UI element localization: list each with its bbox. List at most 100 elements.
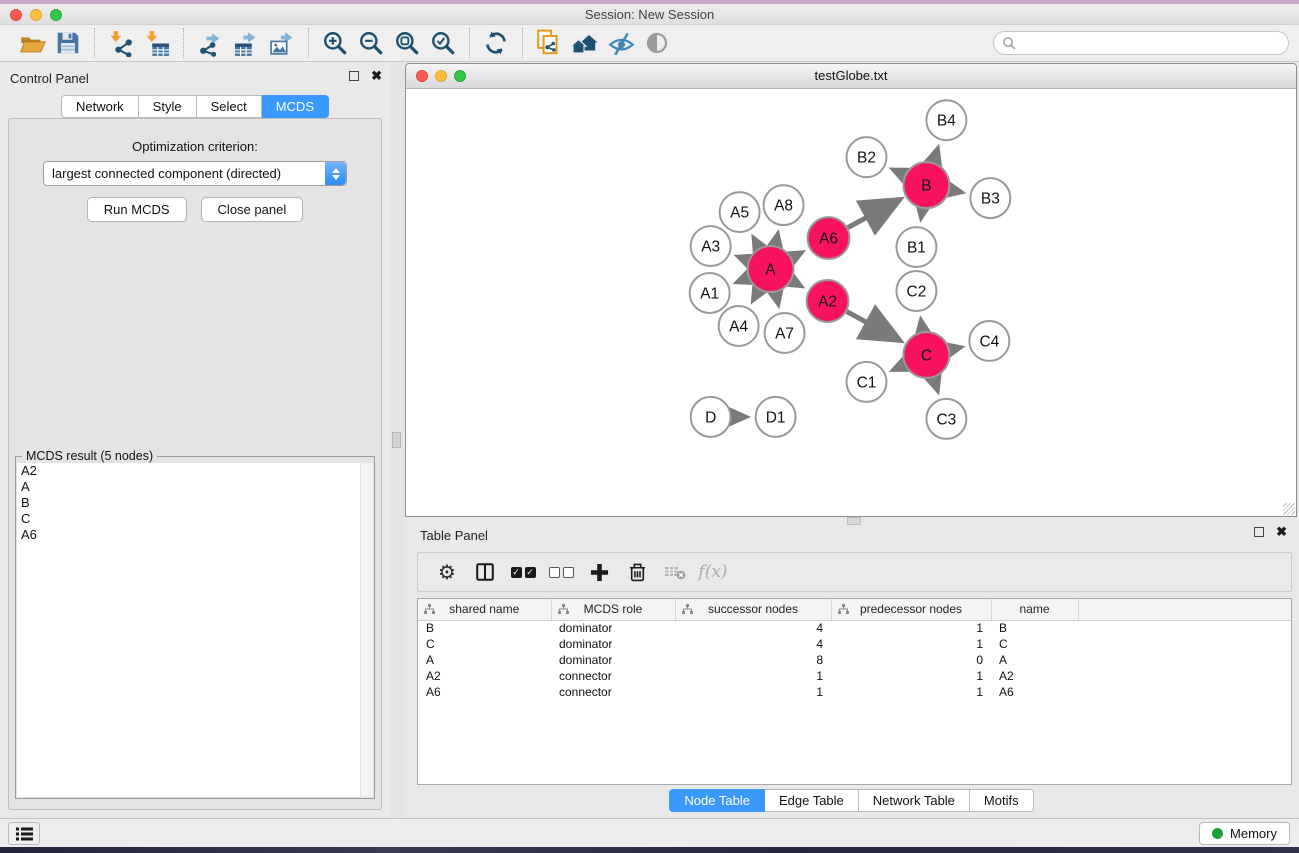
table-row[interactable]: Bdominator41B — [418, 620, 1292, 636]
edge-C-C2[interactable] — [921, 320, 923, 332]
edge-B-B3[interactable] — [950, 190, 962, 192]
table-cell[interactable]: dominator — [551, 636, 675, 652]
table-cell[interactable]: 1 — [831, 684, 991, 700]
table-row[interactable]: Adominator80A — [418, 652, 1292, 668]
table-cell[interactable]: 4 — [675, 620, 831, 636]
table-cell[interactable]: connector — [551, 668, 675, 684]
node-A7[interactable]: A7 — [765, 313, 805, 353]
node-B1[interactable]: B1 — [896, 227, 936, 267]
edge-A-A2[interactable] — [791, 281, 801, 287]
network-canvas[interactable]: B4B2BB3A5A8A6A3B1AC2A1A2A4A7C4CC1DD1C3 — [406, 89, 1296, 516]
node-B3[interactable]: B3 — [970, 178, 1010, 218]
node-C[interactable]: C — [903, 332, 949, 378]
node-A6[interactable]: A6 — [808, 217, 850, 259]
table-cell[interactable]: 1 — [675, 684, 831, 700]
table-cell[interactable]: B — [418, 620, 551, 636]
table-cell[interactable]: 1 — [831, 636, 991, 652]
node-B[interactable]: B — [903, 162, 949, 208]
list-item[interactable]: A6 — [17, 527, 360, 543]
table-cell[interactable]: dominator — [551, 652, 675, 668]
edge-A2-C[interactable] — [847, 312, 899, 340]
column-header[interactable]: MCDS role — [551, 599, 675, 620]
edge-C-C4[interactable] — [950, 347, 961, 349]
export-table-button[interactable] — [228, 28, 264, 58]
table-row[interactable]: Cdominator41C — [418, 636, 1292, 652]
edge-A-A5[interactable] — [753, 238, 759, 248]
node-A8[interactable]: A8 — [764, 185, 804, 225]
mcds-list-scrollbar[interactable] — [360, 463, 373, 797]
column-header[interactable]: shared name — [418, 599, 551, 620]
tab-network-table[interactable]: Network Table — [859, 789, 970, 812]
save-session-button[interactable] — [50, 28, 86, 58]
show-all-button[interactable] — [639, 28, 675, 58]
edge-A-A6[interactable] — [792, 252, 802, 258]
table-cell[interactable]: dominator — [551, 620, 675, 636]
edge-B-B1[interactable] — [921, 209, 923, 219]
edge-A-A8[interactable] — [775, 233, 777, 245]
table-row[interactable]: A6connector11A6 — [418, 684, 1292, 700]
table-cell[interactable]: A6 — [418, 684, 551, 700]
tab-network[interactable]: Network — [61, 95, 139, 118]
table-cell[interactable]: A6 — [991, 684, 1078, 700]
column-layout-button[interactable] — [466, 555, 504, 589]
tab-motifs[interactable]: Motifs — [970, 789, 1034, 812]
edge-A-A3[interactable] — [738, 256, 748, 260]
column-header[interactable]: predecessor nodes — [831, 599, 991, 620]
add-column-button[interactable] — [580, 555, 618, 589]
table-cell[interactable]: connector — [551, 684, 675, 700]
import-network-button[interactable] — [103, 28, 139, 58]
table-header-row[interactable]: shared nameMCDS rolesuccessor nodesprede… — [418, 599, 1292, 620]
splitter-handle[interactable] — [392, 432, 401, 448]
edge-A6-B[interactable] — [848, 200, 898, 227]
table-cell[interactable]: 4 — [675, 636, 831, 652]
list-item[interactable]: B — [17, 495, 360, 511]
node-A4[interactable]: A4 — [719, 306, 759, 346]
node-C2[interactable]: C2 — [896, 271, 936, 311]
close-table-panel-icon[interactable]: ✖ — [1276, 527, 1287, 537]
search-input[interactable] — [993, 31, 1289, 55]
vertical-splitter[interactable] — [390, 62, 404, 818]
zoom-out-button[interactable] — [353, 28, 389, 58]
float-table-panel-icon[interactable] — [1254, 527, 1264, 537]
tab-select[interactable]: Select — [197, 95, 262, 118]
export-network-button[interactable] — [192, 28, 228, 58]
tab-style[interactable]: Style — [139, 95, 197, 118]
node-C4[interactable]: C4 — [969, 321, 1009, 361]
node-A[interactable]: A — [748, 246, 794, 292]
refresh-button[interactable] — [478, 28, 514, 58]
delete-column-button[interactable] — [618, 555, 656, 589]
task-history-button[interactable] — [8, 822, 40, 845]
select-all-button[interactable]: ✓✓ — [504, 555, 542, 589]
zoom-selected-button[interactable] — [425, 28, 461, 58]
table-cell[interactable]: 1 — [675, 668, 831, 684]
export-image-button[interactable] — [264, 28, 300, 58]
list-item[interactable]: C — [17, 511, 360, 527]
close-panel-button[interactable]: Close panel — [201, 197, 304, 222]
edge-A-A4[interactable] — [753, 290, 759, 301]
table-cell[interactable]: B — [991, 620, 1078, 636]
node-table[interactable]: shared nameMCDS rolesuccessor nodesprede… — [417, 598, 1292, 785]
optimization-criterion-select[interactable]: largest connected component (directed) — [43, 161, 347, 186]
node-B4[interactable]: B4 — [926, 100, 966, 140]
table-cell[interactable]: C — [418, 636, 551, 652]
close-panel-icon[interactable]: ✖ — [371, 71, 382, 81]
node-C1[interactable]: C1 — [847, 362, 887, 402]
table-cell[interactable]: 0 — [831, 652, 991, 668]
edge-A-A7[interactable] — [776, 292, 779, 304]
edge-C-C3[interactable] — [934, 378, 938, 391]
node-D[interactable]: D — [691, 397, 731, 437]
column-header[interactable]: successor nodes — [675, 599, 831, 620]
memory-button[interactable]: Memory — [1199, 822, 1290, 845]
column-header[interactable]: name — [991, 599, 1078, 620]
hide-selected-button[interactable] — [603, 28, 639, 58]
edge-C-C1[interactable] — [893, 365, 905, 370]
table-cell[interactable]: 1 — [831, 620, 991, 636]
home-button[interactable] — [567, 28, 603, 58]
table-row[interactable]: A2connector11A2 — [418, 668, 1292, 684]
settings-gear-button[interactable]: ⚙ — [428, 555, 466, 589]
node-A3[interactable]: A3 — [691, 226, 731, 266]
tab-mcds[interactable]: MCDS — [262, 95, 329, 118]
import-table-button[interactable] — [139, 28, 175, 58]
edge-A-A1[interactable] — [737, 278, 749, 283]
tab-node-table[interactable]: Node Table — [669, 789, 765, 812]
